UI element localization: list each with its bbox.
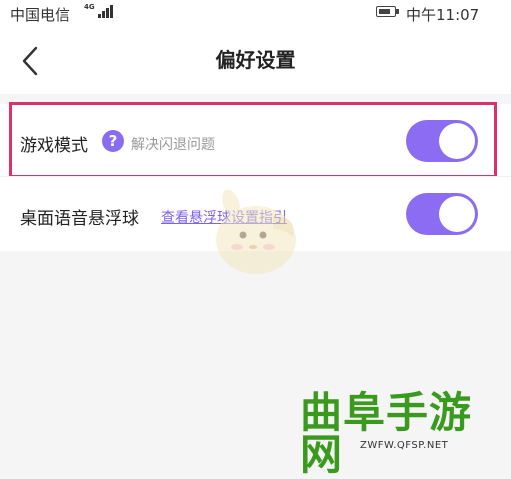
signal-icon: 4G <box>84 4 118 20</box>
carrier-label: 中国电信 <box>10 6 71 24</box>
voice-ball-toggle[interactable] <box>406 193 478 235</box>
watermark-logo: 曲阜手游网 <box>300 388 473 479</box>
status-bar: 中国电信 4G 中午11:07 <box>0 0 511 28</box>
voice-ball-guide-link[interactable]: 查看悬浮球设置指引 <box>161 207 287 227</box>
page-title: 偏好设置 <box>215 48 296 72</box>
setting-row-voice-ball: 桌面语音悬浮球 查看悬浮球设置指引 <box>0 176 511 251</box>
toggle-knob <box>439 196 475 232</box>
battery-icon <box>376 6 400 18</box>
voice-ball-label: 桌面语音悬浮球 <box>20 209 139 229</box>
highlight-box <box>9 102 497 178</box>
network-type-label: 4G <box>84 3 95 11</box>
clock-label: 中午11:07 <box>406 6 480 24</box>
watermark-url: ZWFW.QFSP.NET <box>360 440 449 451</box>
top-panel: 中国电信 4G 中午11:07 偏好设置 <box>0 0 511 94</box>
